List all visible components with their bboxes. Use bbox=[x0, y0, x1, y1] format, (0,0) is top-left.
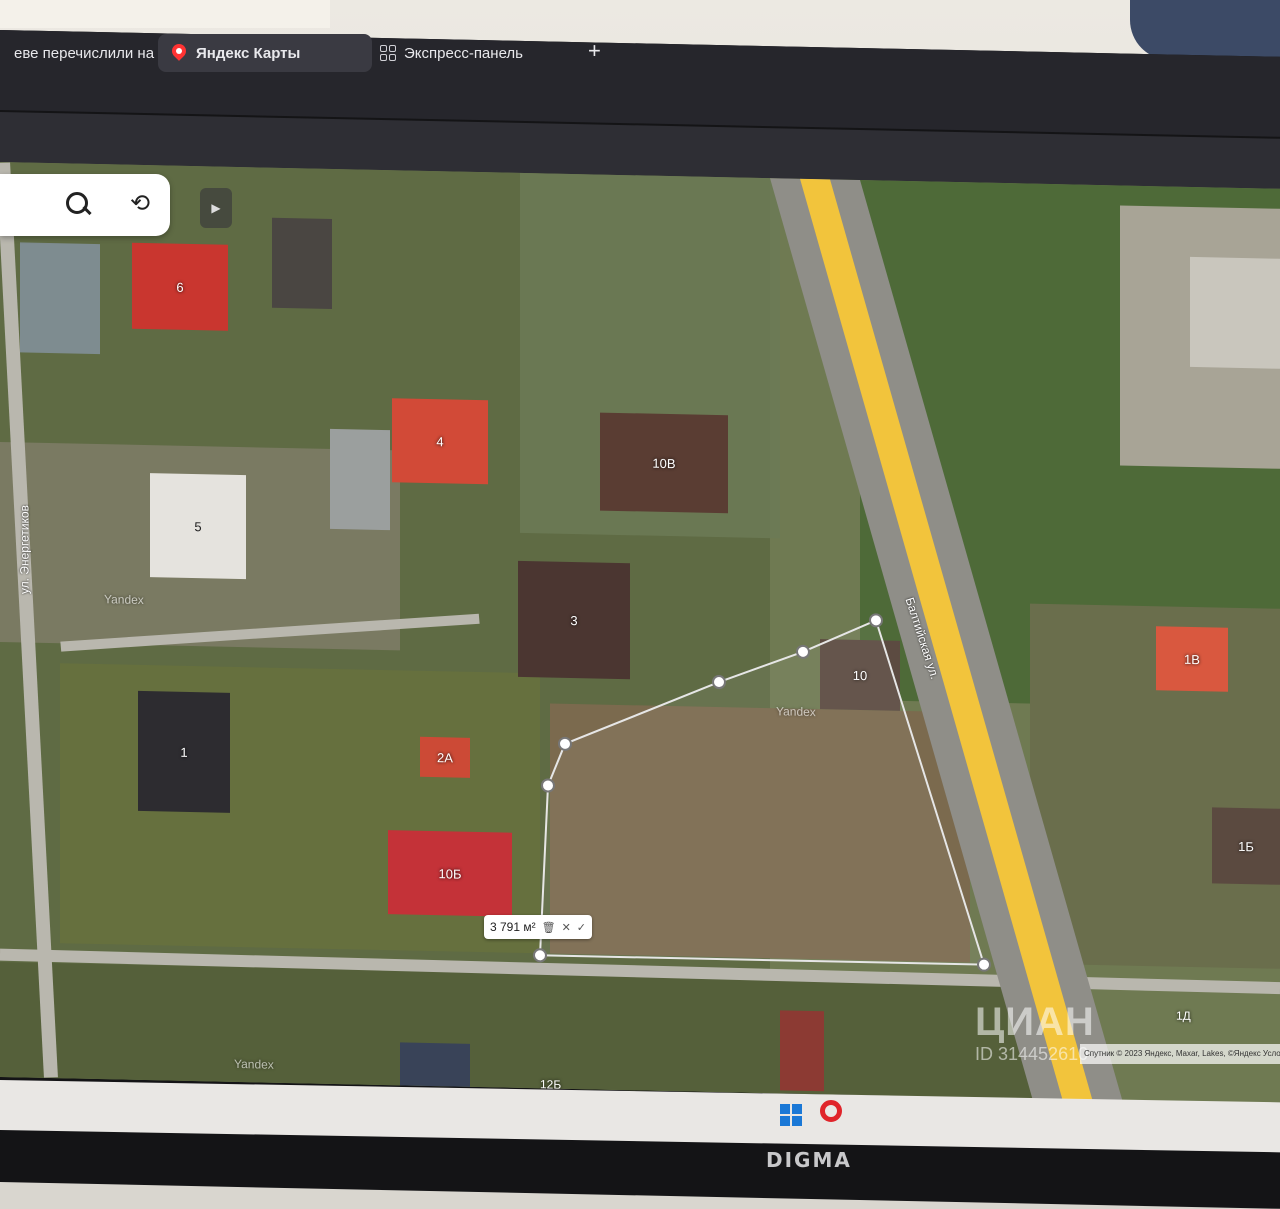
polygon-vertex[interactable] bbox=[558, 736, 572, 751]
tab-express-panel[interactable]: Экспресс-панель bbox=[366, 34, 537, 72]
polygon-vertex[interactable] bbox=[796, 644, 810, 659]
windows-icon[interactable] bbox=[780, 1104, 802, 1126]
tab-yandex-maps[interactable]: Яндекс Карты bbox=[158, 34, 372, 72]
grid-icon bbox=[380, 45, 396, 61]
route-icon[interactable]: ⟲ bbox=[124, 188, 156, 220]
area-polygon bbox=[533, 613, 991, 972]
close-icon[interactable]: ✕ bbox=[562, 921, 571, 934]
opera-icon[interactable] bbox=[820, 1100, 842, 1122]
background-cloth bbox=[1130, 0, 1280, 60]
tab-label: Экспресс-панель bbox=[404, 44, 523, 62]
search-icon[interactable] bbox=[62, 188, 94, 220]
map-copyright[interactable]: Спутник © 2023 Яндекс, Maxar, Lakes, ©Ян… bbox=[1080, 1044, 1280, 1064]
monitor-brand: DIGMA bbox=[766, 1148, 852, 1172]
yandex-maps-pin-icon bbox=[172, 44, 186, 62]
area-value: 3 791 м² bbox=[490, 920, 536, 934]
polygon-vertex[interactable] bbox=[533, 948, 547, 963]
polygon-vertex[interactable] bbox=[977, 957, 991, 972]
tab-previous[interactable]: еве перечислили на bbox=[0, 34, 168, 72]
polygon-vertex[interactable] bbox=[712, 675, 726, 690]
satellite-map[interactable]: 6 4 10В 5 3 10 1 2А 10Б 12Б 1В 1Б 1Д ул.… bbox=[0, 162, 1280, 1104]
trash-icon[interactable]: 🗑 bbox=[542, 921, 556, 934]
cian-watermark-id: ID 314452610 bbox=[975, 1044, 1089, 1064]
wall-paper bbox=[0, 0, 330, 28]
tab-label: Яндекс Карты bbox=[196, 44, 301, 62]
new-tab-button[interactable]: + bbox=[588, 38, 601, 64]
tab-label: еве перечислили на bbox=[14, 44, 155, 62]
cian-watermark: ЦИАН bbox=[975, 1000, 1095, 1044]
map-search-panel: ⟲ bbox=[0, 174, 170, 236]
check-icon[interactable]: ✓ bbox=[577, 921, 586, 934]
area-measure-badge: 3 791 м² 🗑 ✕ ✓ bbox=[484, 915, 593, 939]
polygon-vertex[interactable] bbox=[541, 778, 555, 793]
polygon-vertex[interactable] bbox=[869, 613, 883, 628]
panel-collapse-button[interactable]: ▶ bbox=[200, 188, 232, 228]
